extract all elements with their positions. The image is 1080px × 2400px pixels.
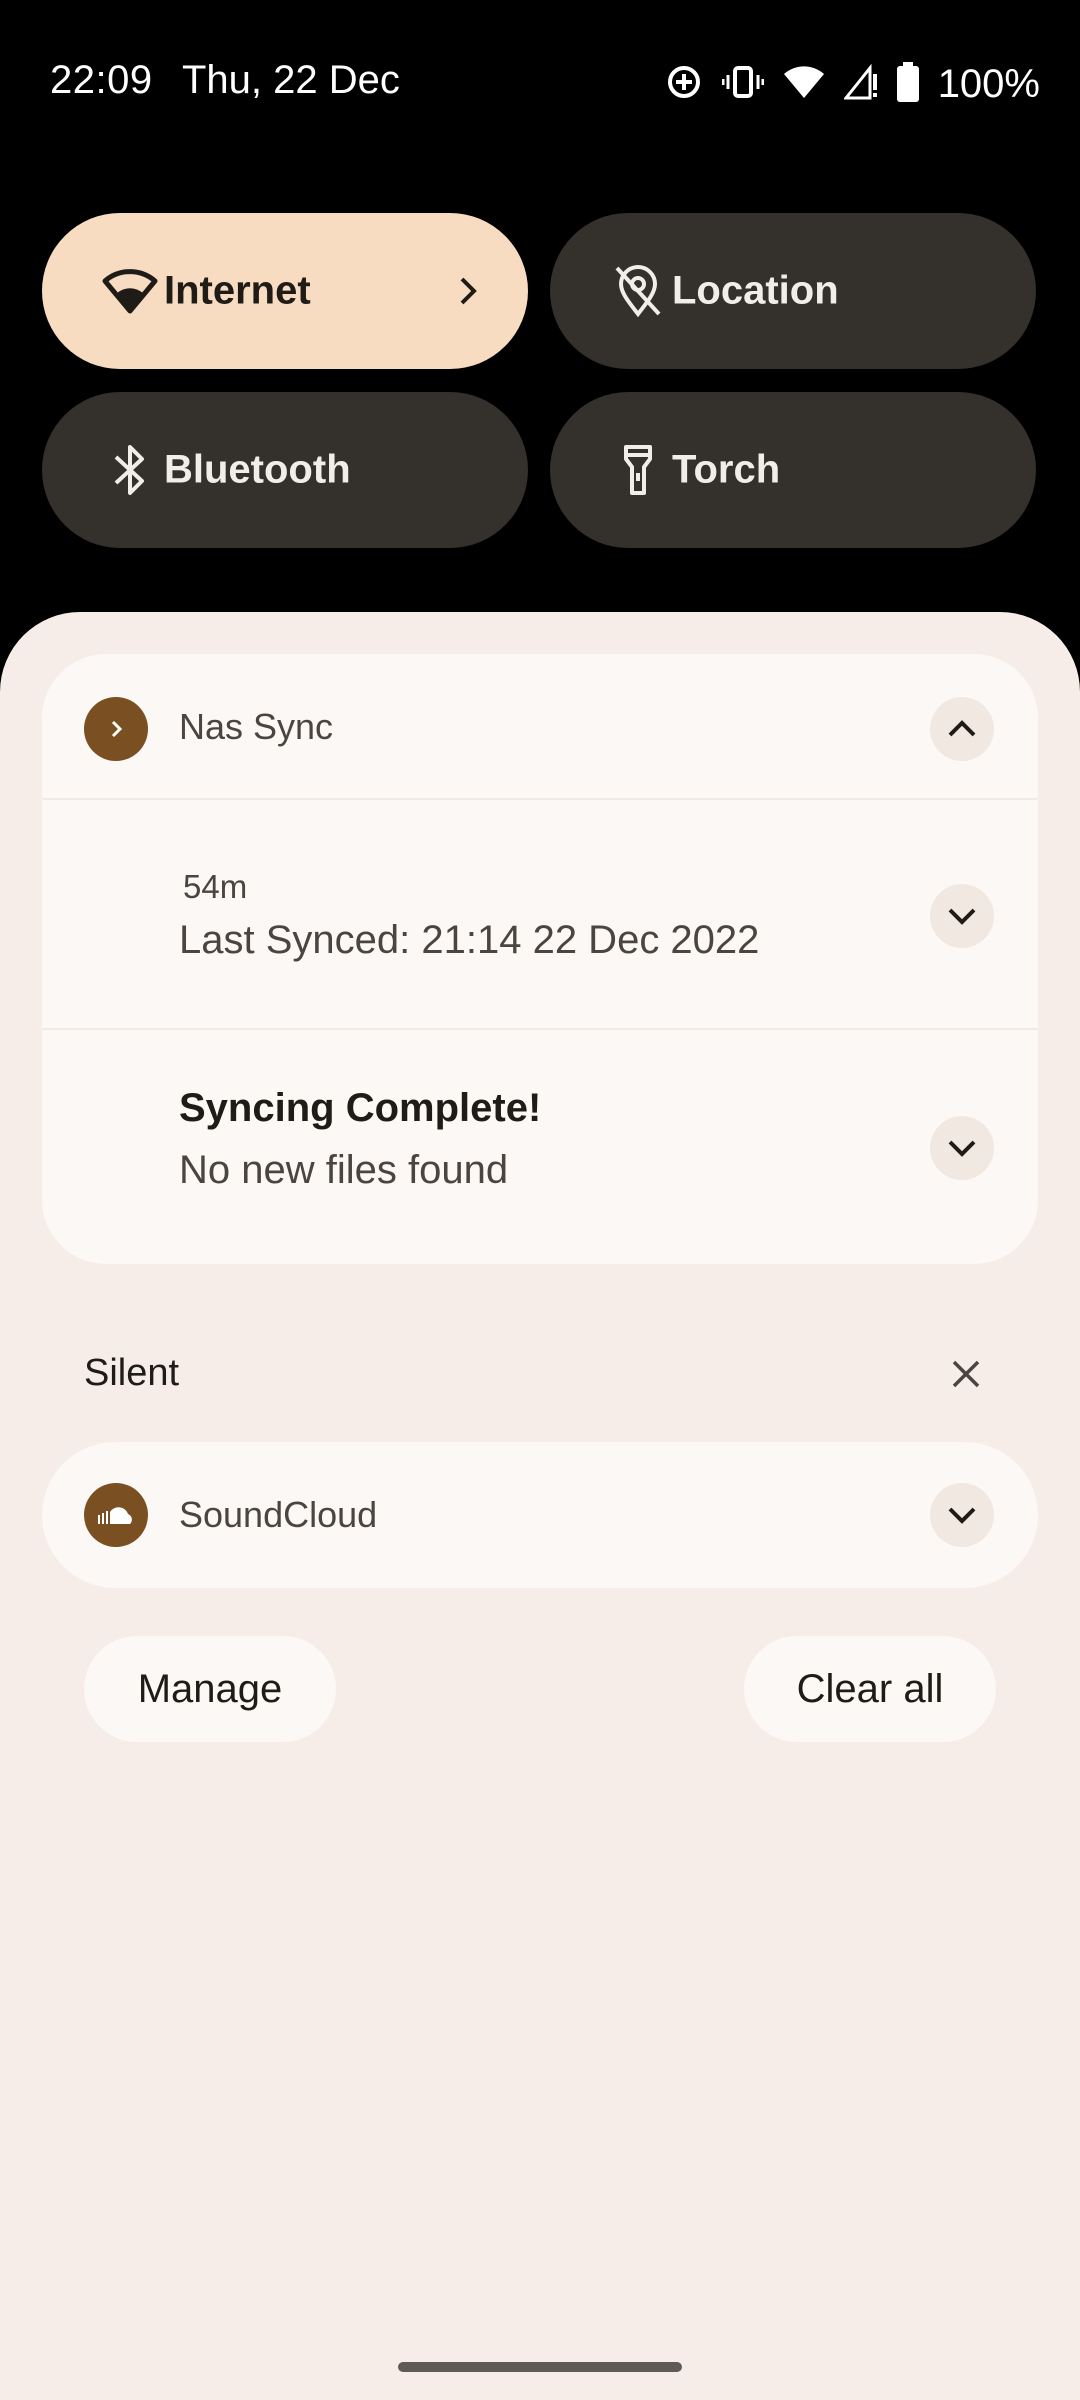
notification-title: Syncing Complete! xyxy=(179,1086,542,1130)
status-bar: 22:09 Thu, 22 Dec 100% xyxy=(0,0,1080,170)
expand-button[interactable] xyxy=(930,1483,994,1547)
app-icon-nas-sync xyxy=(84,697,148,761)
tile-label: Internet xyxy=(164,268,311,313)
close-icon[interactable] xyxy=(944,1352,988,1396)
wifi-icon xyxy=(782,64,826,105)
chevron-down-icon xyxy=(948,1507,976,1524)
soundcloud-icon xyxy=(84,1483,148,1547)
location-off-icon xyxy=(610,263,666,319)
wifi-icon xyxy=(102,263,158,319)
collapse-button[interactable] xyxy=(930,697,994,761)
tile-internet[interactable]: Internet xyxy=(42,213,528,369)
signal-icon xyxy=(842,63,878,105)
status-icons: 100% xyxy=(664,58,1040,110)
notification-soundcloud[interactable]: SoundCloud xyxy=(42,1442,1038,1588)
expand-button[interactable] xyxy=(930,1116,994,1180)
tile-label: Torch xyxy=(672,447,781,492)
clear-all-button[interactable]: Clear all xyxy=(744,1636,996,1742)
app-name: Nas Sync xyxy=(179,706,334,747)
notification-group-header[interactable]: Nas Sync xyxy=(42,654,1038,800)
chevron-down-icon xyxy=(948,1140,976,1157)
bluetooth-icon xyxy=(102,442,158,498)
notification-time: 54m xyxy=(183,868,248,905)
app-name: SoundCloud xyxy=(179,1494,378,1535)
tile-location[interactable]: Location xyxy=(550,213,1036,369)
chevron-down-icon xyxy=(948,908,976,925)
tile-label: Bluetooth xyxy=(164,447,351,492)
tile-label: Location xyxy=(672,268,839,313)
tile-bluetooth[interactable]: Bluetooth xyxy=(42,392,528,548)
notification-text: Last Synced: 21:14 22 Dec 2022 xyxy=(179,918,760,962)
home-gesture-bar[interactable] xyxy=(398,2362,682,2372)
manage-button[interactable]: Manage xyxy=(84,1636,336,1742)
vibrate-icon xyxy=(721,62,765,107)
notification-group-nas-sync[interactable]: Nas Sync 54m Last Synced: 21:14 22 Dec 2… xyxy=(42,654,1038,1264)
battery-percent: 100% xyxy=(937,61,1040,106)
notification-text: No new files found xyxy=(179,1148,509,1192)
data-saver-icon xyxy=(664,62,704,107)
battery-icon xyxy=(896,61,920,107)
notification-item[interactable]: Syncing Complete! No new files found xyxy=(42,1030,1038,1264)
status-date: Thu, 22 Dec xyxy=(182,58,400,102)
expand-button[interactable] xyxy=(930,884,994,948)
chevron-right-icon xyxy=(450,273,486,309)
tile-torch[interactable]: Torch xyxy=(550,392,1036,548)
torch-icon xyxy=(610,442,666,498)
status-time: 22:09 xyxy=(50,58,153,102)
section-header-silent: Silent xyxy=(84,1352,180,1394)
chevron-up-icon xyxy=(948,720,976,737)
notification-item[interactable]: 54m Last Synced: 21:14 22 Dec 2022 xyxy=(42,800,1038,1030)
